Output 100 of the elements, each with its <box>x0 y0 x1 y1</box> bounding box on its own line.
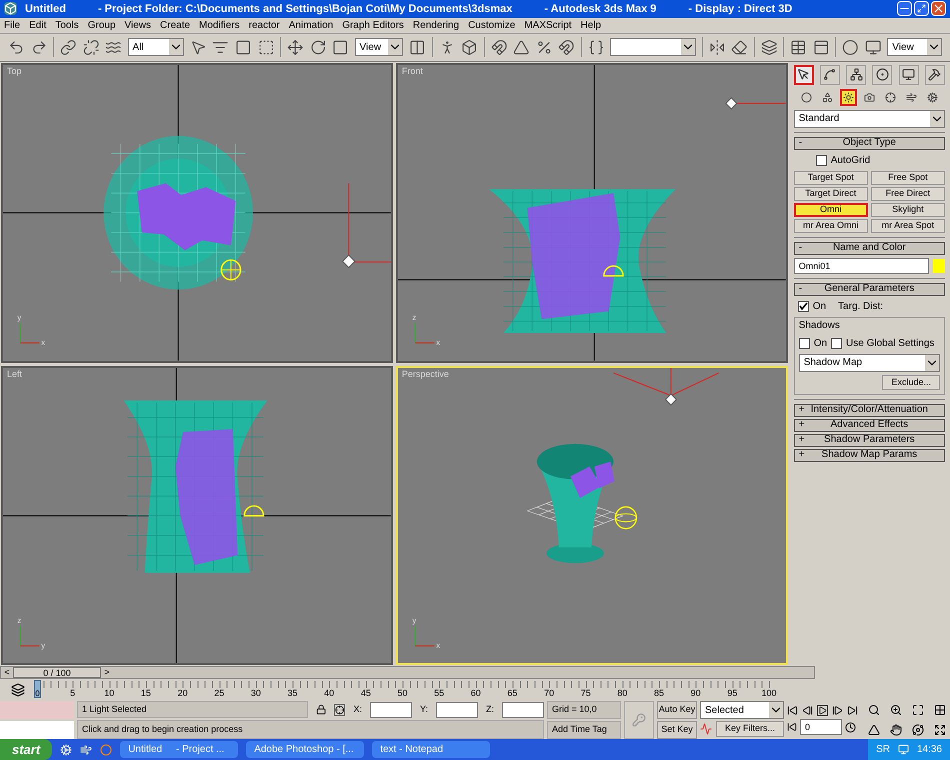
category-button[interactable] <box>840 88 857 106</box>
square-icon[interactable] <box>332 38 349 56</box>
checkbox[interactable] <box>798 300 809 312</box>
layers-icon[interactable] <box>760 38 778 56</box>
next-frame-button[interactable]: > <box>101 666 113 680</box>
table-icon[interactable] <box>790 38 807 56</box>
shadow-type-dropdown[interactable]: Shadow Map <box>798 354 940 372</box>
undo-icon[interactable] <box>8 38 25 56</box>
restore-button[interactable] <box>914 1 929 16</box>
next-frame-icon[interactable] <box>832 705 843 716</box>
play-icon[interactable] <box>817 705 828 716</box>
start-button[interactable]: start <box>0 739 52 760</box>
field-of-view-icon[interactable] <box>868 724 880 736</box>
x-field[interactable] <box>370 702 412 718</box>
menu-item[interactable]: reactor <box>248 18 280 33</box>
menu-item[interactable]: Modifiers <box>199 18 240 33</box>
panel-tab[interactable] <box>924 64 945 85</box>
square-icon[interactable] <box>235 38 252 56</box>
link-icon[interactable] <box>60 38 77 56</box>
light-type-button[interactable]: Free Spot <box>870 170 945 185</box>
menu-item[interactable]: Create <box>160 18 190 33</box>
panel-tab[interactable] <box>794 64 814 85</box>
render-view-dropdown[interactable]: View <box>887 38 942 56</box>
box-icon[interactable] <box>461 38 478 56</box>
rollout-header[interactable]: + Advanced Effects <box>794 418 945 432</box>
key-filters-button[interactable]: Key Filters... <box>716 721 784 738</box>
maximize-viewport-icon[interactable] <box>934 724 946 736</box>
maxscript-listener-field[interactable] <box>0 701 74 720</box>
menu-item[interactable]: Rendering <box>412 18 460 33</box>
go-to-end-icon[interactable] <box>847 705 858 716</box>
rollout-header[interactable]: + Shadow Map Params <box>794 448 945 462</box>
maxscript-input-field[interactable] <box>0 721 74 740</box>
name-field[interactable]: Omni01 <box>794 258 929 274</box>
light-type-button[interactable]: Target Direct <box>794 186 868 201</box>
rollout-header[interactable]: + Shadow Parameters <box>794 434 945 447</box>
panel-tab[interactable] <box>898 64 919 85</box>
light-type-button[interactable]: Skylight <box>870 202 945 217</box>
unlink-icon[interactable] <box>82 38 100 56</box>
time-configuration-icon[interactable] <box>845 722 856 733</box>
panel-tab[interactable] <box>872 64 892 85</box>
magnet-icon[interactable] <box>558 38 575 56</box>
menu-item[interactable]: Animation <box>288 18 334 33</box>
current-frame-field[interactable]: 0 <box>800 719 842 736</box>
light-type-button[interactable]: mr Area Omni <box>794 218 868 233</box>
set-key-mode-button[interactable]: Set Key <box>657 721 697 740</box>
time-slider-handle[interactable]: 0 / 100 <box>13 667 101 678</box>
transform-mode-icon[interactable] <box>334 704 346 716</box>
rollout-header[interactable]: - Name and Color <box>794 242 945 255</box>
curve-icon[interactable] <box>700 723 712 736</box>
close-button[interactable] <box>931 1 946 16</box>
z-field[interactable] <box>502 702 544 718</box>
selection-filter-dropdown[interactable]: All <box>128 38 184 56</box>
frame-marker[interactable]: 0 <box>34 680 41 698</box>
eraser-icon[interactable] <box>731 38 748 56</box>
exclude-button[interactable]: Exclude... <box>882 374 940 390</box>
menu-item[interactable]: Customize <box>468 18 516 33</box>
menu-item[interactable]: Graph Editors <box>342 18 404 33</box>
braces-icon[interactable] <box>588 38 604 56</box>
auto-key-button[interactable]: Auto Key <box>657 701 697 720</box>
previous-frame-icon[interactable] <box>802 705 813 716</box>
magnet-icon[interactable] <box>490 38 508 56</box>
menu-item[interactable]: Views <box>124 18 152 33</box>
color-swatch[interactable] <box>933 258 945 273</box>
reference-coordinate-dropdown[interactable]: View <box>354 38 404 56</box>
taskbar-button[interactable]: text - Notepad <box>372 741 490 758</box>
mirror-icon[interactable] <box>708 38 726 56</box>
rollout-header[interactable]: + Intensity/Color/Attenuation <box>794 404 945 417</box>
subcategory-dropdown[interactable]: Standard <box>794 110 945 128</box>
named-selection-dropdown[interactable] <box>610 38 696 56</box>
light-type-button[interactable]: mr Area Spot <box>870 218 945 233</box>
angle-icon[interactable] <box>513 38 530 56</box>
taskbar-button[interactable]: Adobe Photoshop - [... <box>246 741 364 758</box>
rollout-header[interactable]: - General Parameters <box>794 282 945 296</box>
zoom-extents-icon[interactable] <box>912 704 924 716</box>
redo-icon[interactable] <box>30 38 48 56</box>
spheres-icon[interactable] <box>842 38 859 56</box>
light-type-button[interactable]: Free Direct <box>870 186 945 201</box>
menu-item[interactable]: Edit <box>29 18 46 33</box>
key-mode-icon[interactable] <box>787 722 797 732</box>
zoom-extents-all-icon[interactable] <box>934 704 946 716</box>
zoom-all-icon[interactable] <box>890 704 902 716</box>
panel-tab[interactable] <box>846 64 866 85</box>
monitor-icon[interactable] <box>864 38 882 56</box>
pan-icon[interactable] <box>890 724 902 736</box>
zoom-icon[interactable] <box>868 704 880 716</box>
percent-icon[interactable] <box>536 38 552 56</box>
menu-item[interactable]: MAXScript <box>524 18 572 33</box>
key-mode-dropdown[interactable]: Selected <box>700 701 784 720</box>
previous-frame-button[interactable]: < <box>1 666 13 680</box>
menu-item[interactable]: File <box>4 18 20 33</box>
tray-icon[interactable] <box>898 744 909 756</box>
minimize-button[interactable] <box>897 1 912 16</box>
menu-item[interactable]: Tools <box>55 18 79 33</box>
checkbox[interactable] <box>816 154 827 166</box>
add-time-tag-button[interactable]: Add Time Tag <box>547 721 621 740</box>
move-icon[interactable] <box>287 38 304 56</box>
rollout-header[interactable]: - Object Type <box>794 136 945 150</box>
go-to-start-icon[interactable] <box>787 705 798 716</box>
lock-icon[interactable] <box>316 704 326 716</box>
panel-icon[interactable] <box>812 38 830 56</box>
